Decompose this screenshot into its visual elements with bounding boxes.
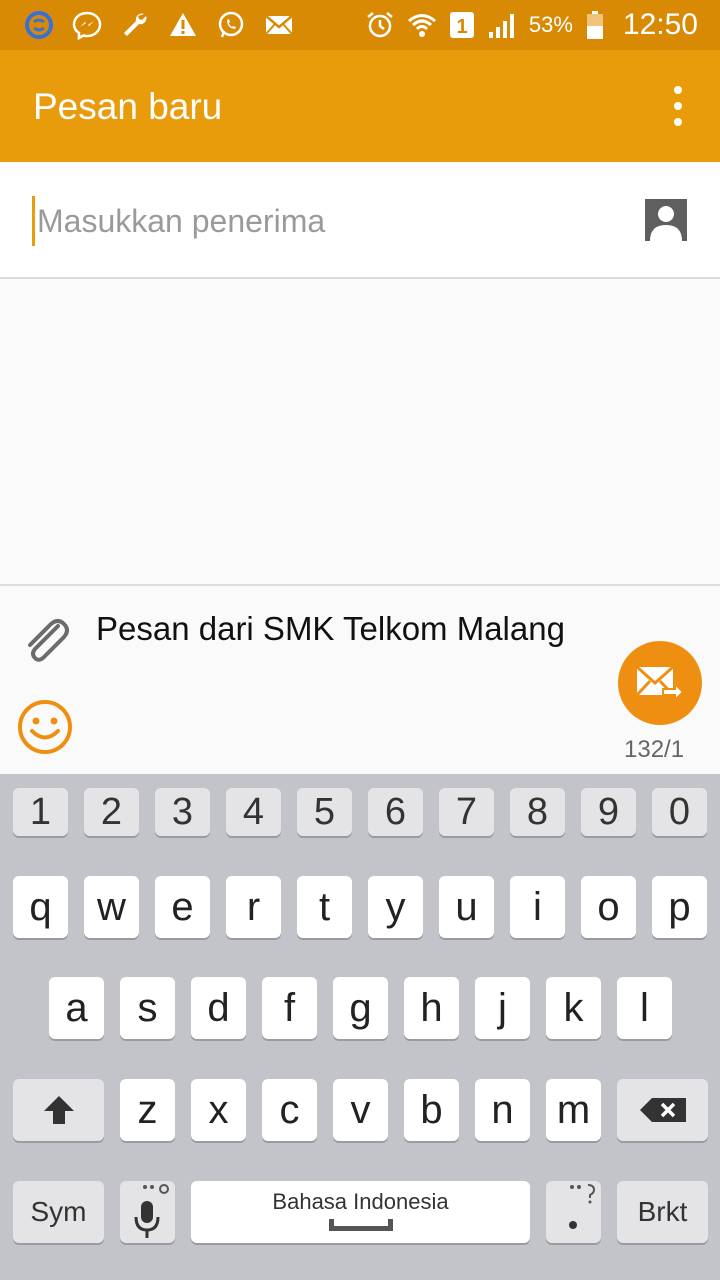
app-bar: Pesan baru [0,50,720,162]
key-c[interactable]: c [262,1079,317,1141]
key-7[interactable]: 7 [439,788,494,836]
space-key-label: Bahasa Indonesia [272,1189,449,1214]
key-8[interactable]: 8 [510,788,565,836]
key-y[interactable]: y [368,876,423,938]
recipient-input[interactable] [32,196,592,246]
message-input[interactable]: Pesan dari SMK Telkom Malang [96,610,565,648]
key-j[interactable]: j [475,977,530,1039]
sim-slot-label: 1 [456,16,467,38]
key-m[interactable]: m [546,1079,601,1141]
key-s[interactable]: s [120,977,175,1039]
paperclip-icon[interactable] [18,614,72,668]
key-p[interactable]: p [652,876,707,938]
key-i[interactable]: i [510,876,565,938]
key-x[interactable]: x [191,1079,246,1141]
key-b[interactable]: b [404,1079,459,1141]
shift-icon [43,1096,74,1124]
key-9[interactable]: 9 [581,788,636,836]
character-counter: 132/1 [624,736,685,763]
key-f[interactable]: f [262,977,317,1039]
whatsapp-icon [216,10,246,40]
key-q[interactable]: q [13,876,68,938]
s-icon [24,10,54,40]
backspace-key[interactable] [617,1079,708,1141]
mic-icon [134,1184,169,1238]
key-w[interactable]: w [84,876,139,938]
sim-icon: 1 [449,10,475,40]
battery-percent: 53% [528,12,573,37]
space-key[interactable]: Bahasa Indonesia [191,1181,530,1243]
key-h[interactable]: h [404,977,459,1039]
clock: 12:50 [622,8,698,41]
contact-icon[interactable] [645,199,687,241]
key-6[interactable]: 6 [368,788,423,836]
key-t[interactable]: t [297,876,352,938]
key-z[interactable]: z [120,1079,175,1141]
recipient-bar [0,162,720,279]
key-n[interactable]: n [475,1079,530,1141]
key-o[interactable]: o [581,876,636,938]
battery-icon [585,10,605,40]
key-3[interactable]: 3 [155,788,210,836]
key-l[interactable]: l [617,977,672,1039]
key-v[interactable]: v [333,1079,388,1141]
shift-key[interactable] [13,1079,104,1141]
send-icon [635,665,685,703]
keyboard: 1 2 3 4 5 6 7 8 9 0 q w e r t y u i o p … [0,774,720,1280]
wrench-icon [120,10,150,40]
key-a[interactable]: a [49,977,104,1039]
key-0[interactable]: 0 [652,788,707,836]
signal-icon [487,10,517,40]
space-bar-glyph [329,1219,393,1231]
sym-key[interactable]: Sym [13,1181,104,1243]
key-e[interactable]: e [155,876,210,938]
key-k[interactable]: k [546,977,601,1039]
punctuation-icon [569,1184,596,1229]
key-r[interactable]: r [226,876,281,938]
email-icon [264,10,294,40]
send-button[interactable] [618,641,702,725]
key-1[interactable]: 1 [13,788,68,836]
key-2[interactable]: 2 [84,788,139,836]
compose-area: Pesan dari SMK Telkom Malang 132/1 [0,584,720,774]
key-4[interactable]: 4 [226,788,281,836]
status-bar: 1 53% 12:50 [0,0,720,50]
wifi-icon [407,10,437,40]
alarm-icon [365,10,395,40]
page-title: Pesan baru [33,86,223,127]
punctuation-key[interactable] [546,1181,601,1243]
enter-key[interactable]: Brkt [617,1181,708,1243]
mic-key[interactable] [120,1181,175,1243]
warning-icon [168,10,198,40]
key-d[interactable]: d [191,977,246,1039]
key-u[interactable]: u [439,876,494,938]
key-5[interactable]: 5 [297,788,352,836]
more-vert-icon[interactable] [666,86,690,126]
emoji-icon[interactable] [16,698,74,756]
backspace-icon [639,1098,686,1122]
messenger-icon [72,10,102,40]
key-g[interactable]: g [333,977,388,1039]
